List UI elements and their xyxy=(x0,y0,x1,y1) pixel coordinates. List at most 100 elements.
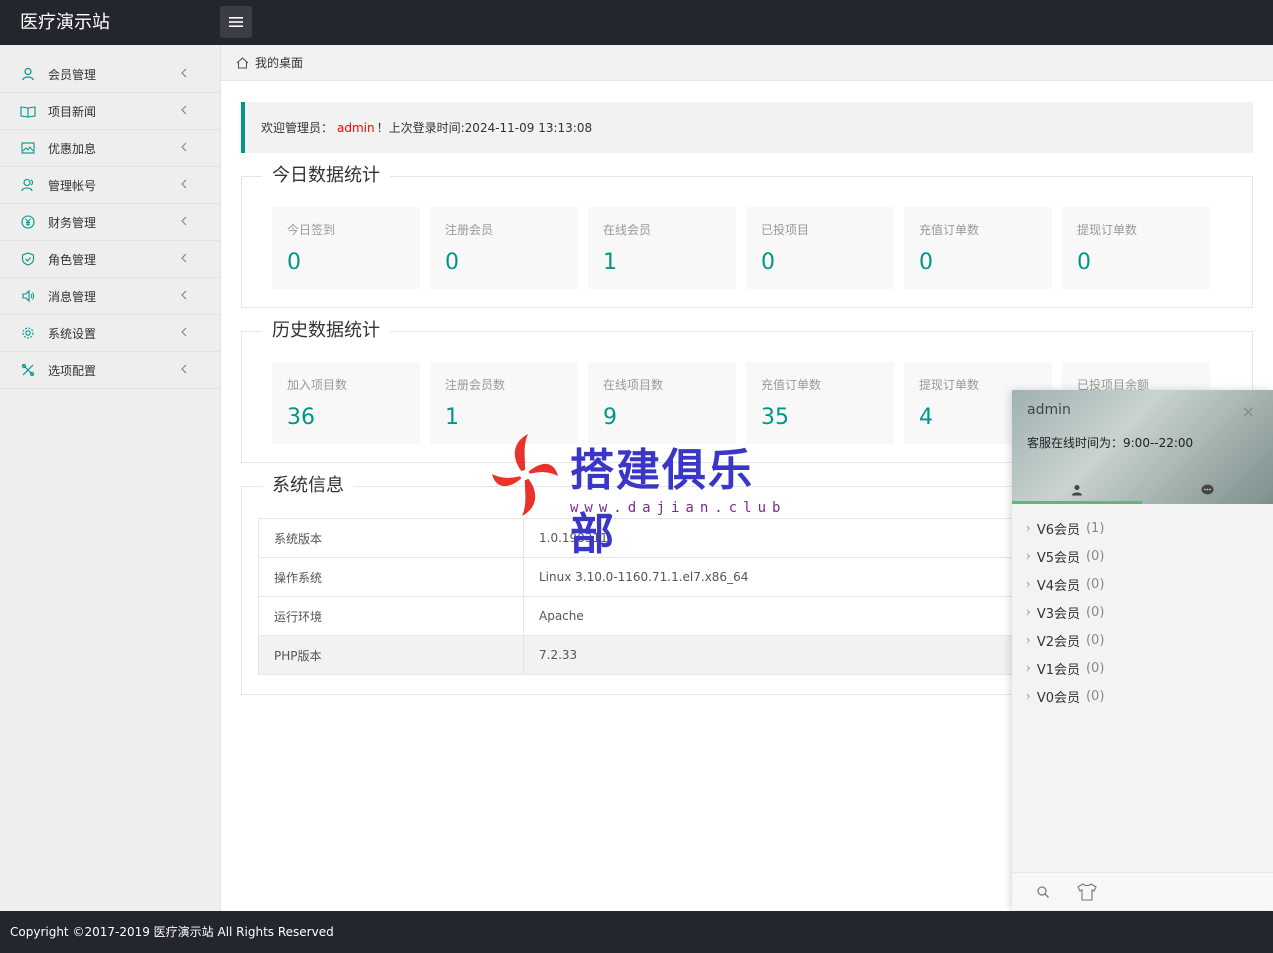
breadcrumb: 我的桌面 xyxy=(221,45,1273,81)
group-count: (0) xyxy=(1085,548,1105,564)
sidebar-item-accounts[interactable]: 管理帐号 xyxy=(0,167,220,204)
stat-value: 1 xyxy=(603,250,617,275)
stat-card[interactable]: 今日签到 0 xyxy=(272,207,420,289)
site-logo[interactable]: 医疗演示站 xyxy=(20,0,110,45)
list-item[interactable]: › V1会员 (0) xyxy=(1012,654,1273,682)
chevron-right-icon: › xyxy=(1026,633,1031,647)
sidebar-item-label: 选项配置 xyxy=(48,363,97,378)
table-cell-key: 操作系统 xyxy=(258,557,524,597)
list-item[interactable]: › V3会员 (0) xyxy=(1012,598,1273,626)
chat-service-hours: 客服在线时间为：9:00--22:00 xyxy=(1027,436,1194,450)
stat-label: 在线会员 xyxy=(603,223,652,237)
chat-username: admin xyxy=(1027,402,1071,418)
sidebar-item-members[interactable]: 会员管理 xyxy=(0,56,220,93)
stat-card[interactable]: 注册会员 0 xyxy=(430,207,578,289)
skin-icon[interactable] xyxy=(1076,882,1098,901)
stat-value: 0 xyxy=(1077,250,1091,275)
chevron-left-icon xyxy=(181,179,187,189)
sidebar-item-label: 管理帐号 xyxy=(48,178,97,193)
stat-value: 36 xyxy=(287,405,315,430)
sidebar-item-promotions[interactable]: 优惠加息 xyxy=(0,130,220,167)
list-item[interactable]: › V2会员 (0) xyxy=(1012,626,1273,654)
users-icon xyxy=(20,177,36,193)
chevron-right-icon: › xyxy=(1026,661,1031,675)
person-icon xyxy=(1072,485,1082,496)
list-item[interactable]: › V6会员 (1) xyxy=(1012,514,1273,542)
sidebar-item-settings[interactable]: 系统设置 xyxy=(0,315,220,352)
sidebar-item-news[interactable]: 项目新闻 xyxy=(0,93,220,130)
sidebar-item-roles[interactable]: 角色管理 xyxy=(0,241,220,278)
stat-label: 充值订单数 xyxy=(761,378,822,392)
list-item[interactable]: › V0会员 (0) xyxy=(1012,682,1273,710)
top-header: 医疗演示站 xyxy=(0,0,1273,45)
stat-label: 注册会员 xyxy=(445,223,494,237)
chevron-left-icon xyxy=(181,253,187,263)
today-stats-title: 今日数据统计 xyxy=(262,165,390,187)
image-icon xyxy=(20,140,36,156)
chat-bubble-icon xyxy=(1201,484,1213,495)
chat-footer xyxy=(1012,872,1273,910)
watermark-text: 搭建俱乐部 xyxy=(570,445,754,560)
table-cell-key: PHP版本 xyxy=(258,635,524,675)
chevron-left-icon xyxy=(181,68,187,78)
chevron-left-icon xyxy=(181,290,187,300)
speaker-icon xyxy=(20,288,36,304)
stat-value: 35 xyxy=(761,405,789,430)
chevron-left-icon xyxy=(181,216,187,226)
group-count: (0) xyxy=(1085,576,1105,592)
sidebar-item-messages[interactable]: 消息管理 xyxy=(0,278,220,315)
stat-value: 9 xyxy=(603,405,617,430)
group-label: V2会员 xyxy=(1036,634,1080,650)
pinwheel-logo-icon xyxy=(492,434,558,516)
stat-card[interactable]: 提现订单数 0 xyxy=(1062,207,1210,289)
stat-label: 在线项目数 xyxy=(603,378,664,392)
welcome-last-login: ！上次登录时间:2024-11-09 13:13:08 xyxy=(376,121,593,135)
active-tab-indicator xyxy=(1012,501,1142,504)
tab-chats[interactable] xyxy=(1142,476,1272,504)
tab-contacts[interactable] xyxy=(1012,476,1142,504)
group-count: (0) xyxy=(1085,660,1105,676)
welcome-username: admin xyxy=(337,120,375,135)
sidebar-item-options[interactable]: 选项配置 xyxy=(0,352,220,389)
stat-label: 加入项目数 xyxy=(287,378,348,392)
sidebar-item-label: 项目新闻 xyxy=(48,104,97,119)
list-item[interactable]: › V5会员 (0) xyxy=(1012,542,1273,570)
sidebar: 会员管理 项目新闻 优惠加息 管理帐号 财务管理 角色管理 消息管理 系统设置 xyxy=(0,45,221,911)
list-item[interactable]: › V4会员 (0) xyxy=(1012,570,1273,598)
history-stats-title: 历史数据统计 xyxy=(262,320,390,342)
sidebar-item-label: 财务管理 xyxy=(48,215,97,230)
group-count: (0) xyxy=(1085,688,1105,704)
chevron-right-icon: › xyxy=(1026,577,1031,591)
shield-icon xyxy=(20,251,36,267)
menu-toggle-button[interactable] xyxy=(220,6,252,38)
chevron-right-icon: › xyxy=(1026,521,1031,535)
stat-card[interactable]: 充值订单数 0 xyxy=(904,207,1052,289)
group-label: V4会员 xyxy=(1036,578,1080,594)
welcome-prefix: 欢迎管理员： xyxy=(261,121,334,135)
chevron-right-icon: › xyxy=(1026,689,1031,703)
search-icon[interactable] xyxy=(1036,885,1050,899)
close-icon[interactable]: × xyxy=(1242,402,1255,421)
chat-group-list: › V6会员 (1) › V5会员 (0) › V4会员 (0) › V3会员 (0) › V2会… xyxy=(1012,514,1273,710)
stat-label: 今日签到 xyxy=(287,223,336,237)
today-stats-panel: 今日数据统计 今日签到 0 注册会员 0 在线会员 1 已投项目 0 充值订单数 0 提现… xyxy=(241,165,1253,308)
stat-value: 0 xyxy=(919,250,933,275)
group-label: V3会员 xyxy=(1036,606,1080,622)
home-icon[interactable] xyxy=(236,56,249,69)
stat-card[interactable]: 已投项目 0 xyxy=(746,207,894,289)
breadcrumb-label[interactable]: 我的桌面 xyxy=(255,54,303,71)
stat-value: 0 xyxy=(287,250,301,275)
sidebar-item-finance[interactable]: 财务管理 xyxy=(0,204,220,241)
hamburger-icon xyxy=(229,17,243,27)
sidebar-item-label: 系统设置 xyxy=(48,326,97,341)
watermark-url: www.dajian.club xyxy=(570,500,787,516)
chevron-right-icon: › xyxy=(1026,605,1031,619)
tools-icon xyxy=(20,362,36,378)
chevron-left-icon xyxy=(181,105,187,115)
stat-card[interactable]: 加入项目数 36 xyxy=(272,362,420,444)
sidebar-item-label: 优惠加息 xyxy=(48,141,97,156)
group-label: V6会员 xyxy=(1036,522,1080,538)
stat-value: 1 xyxy=(445,405,459,430)
stat-card[interactable]: 在线会员 1 xyxy=(588,207,736,289)
system-info-title: 系统信息 xyxy=(262,475,354,497)
